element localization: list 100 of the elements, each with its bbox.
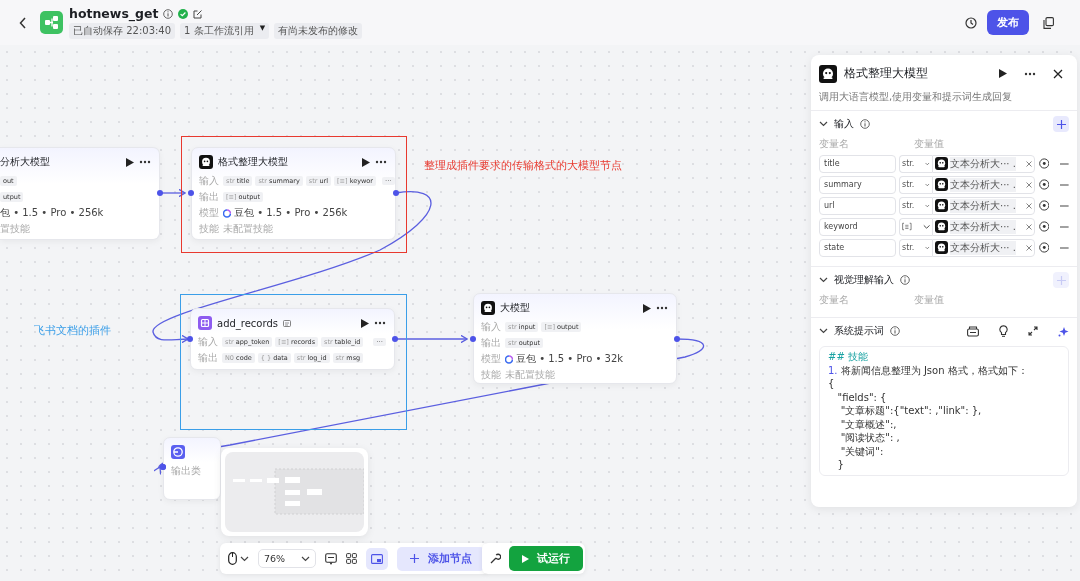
type-select[interactable]	[898, 217, 932, 236]
expand-icon[interactable]	[1028, 326, 1038, 336]
section-title: 输入	[834, 117, 854, 131]
remove-icon[interactable]	[1025, 244, 1032, 251]
more-icon[interactable]	[374, 321, 386, 325]
variable-name-field[interactable]: state	[819, 238, 896, 257]
chevron-down-icon[interactable]	[240, 555, 249, 562]
sparkle-icon[interactable]	[1058, 325, 1069, 337]
port-dot[interactable]	[157, 190, 163, 196]
plus-icon	[410, 554, 420, 563]
prompt-line: {	[828, 377, 836, 391]
status-tag: 有尚未发布的修改	[274, 23, 363, 39]
section-title: 视觉理解输入	[834, 273, 894, 287]
robot-icon	[819, 64, 837, 83]
edit-icon[interactable]	[193, 8, 204, 19]
hint-text: 未配置技能	[505, 368, 555, 382]
play-icon[interactable]	[999, 69, 1007, 78]
grid-icon[interactable]	[346, 553, 358, 564]
node-title: add_records	[217, 317, 278, 329]
type-select[interactable]: str.	[898, 238, 932, 257]
minus-icon[interactable]	[1060, 162, 1069, 165]
minimap-toggle[interactable]	[366, 547, 389, 570]
more-icon[interactable]	[656, 306, 668, 310]
reference-chip[interactable]: 文本分析大··· .	[931, 217, 1035, 236]
minus-icon[interactable]	[1060, 204, 1069, 207]
column-header: 变量值	[914, 137, 944, 151]
chevron-icon[interactable]	[819, 277, 828, 283]
prompt-editor[interactable]: ## 技能 1. 将新闻信息整理为 Json 格式，格式如下： { "fields": { "文章标题":{"text": ,"link": }, "文章概述":, "阅读状态": , "关键词": }	[819, 346, 1069, 476]
prompt-line: "阅读状态": ,	[839, 431, 901, 445]
target-icon[interactable]	[1038, 200, 1050, 211]
lightbulb-icon[interactable]	[999, 325, 1008, 337]
node-title: 大模型	[500, 301, 530, 315]
variable-name-field[interactable]: summary	[819, 175, 896, 194]
table-icon	[198, 316, 212, 330]
chevron-icon[interactable]	[819, 121, 828, 127]
remove-icon[interactable]	[1025, 160, 1032, 167]
chevron-down-icon[interactable]	[301, 555, 311, 562]
wrench-icon[interactable]	[490, 553, 501, 564]
minus-icon[interactable]	[1060, 225, 1069, 228]
array-type-icon	[901, 222, 912, 231]
target-icon[interactable]	[1038, 221, 1050, 232]
play-icon	[522, 554, 529, 563]
play-icon[interactable]	[126, 157, 134, 167]
reference-chip[interactable]: 文本分析大··· .	[931, 196, 1035, 215]
history-icon[interactable]	[965, 16, 977, 29]
hint-text: 输出类	[171, 464, 201, 478]
port-dot[interactable]	[392, 336, 398, 342]
info-icon	[163, 8, 174, 19]
more-icon[interactable]	[1024, 71, 1036, 76]
variable-name-field[interactable]: keyword	[819, 217, 896, 236]
variable-name-field[interactable]: url	[819, 196, 896, 215]
remove-icon[interactable]	[1025, 223, 1032, 230]
more-icon[interactable]	[139, 160, 151, 164]
remove-icon[interactable]	[1025, 202, 1032, 209]
add-button[interactable]	[1053, 116, 1069, 132]
row-label: 技能	[481, 368, 501, 382]
port-dot[interactable]	[393, 190, 399, 196]
remove-icon[interactable]	[1025, 181, 1032, 188]
minus-icon[interactable]	[1060, 183, 1069, 186]
chevron-icon[interactable]	[819, 328, 828, 334]
comment-icon[interactable]	[325, 552, 338, 565]
mouse-icon[interactable]	[228, 552, 237, 565]
zoom-select[interactable]: 76%	[258, 549, 317, 568]
reference-chip[interactable]: 文本分析大··· .	[931, 238, 1035, 257]
play-icon[interactable]	[361, 318, 369, 328]
type-select[interactable]: str.	[898, 175, 932, 194]
reference-chip[interactable]: 文本分析大··· .	[931, 175, 1035, 194]
play-icon[interactable]	[362, 157, 370, 167]
row-label: 技能	[199, 222, 219, 236]
more-icon[interactable]	[375, 160, 387, 164]
reference-chip[interactable]: 文本分析大··· .	[931, 154, 1035, 173]
copy-icon[interactable]	[1043, 16, 1054, 29]
type-select[interactable]: str.	[898, 196, 932, 215]
info-icon	[900, 275, 910, 285]
info-icon	[890, 326, 900, 336]
plus-icon	[1056, 119, 1066, 129]
chevron-down-icon[interactable]	[922, 223, 930, 230]
play-icon[interactable]	[643, 303, 651, 313]
minus-icon[interactable]	[1060, 246, 1069, 249]
publish-button[interactable]: 发布	[987, 10, 1029, 35]
prompt-line: "关键词":	[839, 444, 885, 458]
port-dot[interactable]	[470, 336, 476, 342]
back-icon[interactable]	[19, 16, 27, 29]
column-header: 变量值	[914, 293, 944, 307]
close-icon[interactable]	[1053, 68, 1063, 79]
port-dot[interactable]	[188, 190, 194, 196]
variable-name-field[interactable]: title	[819, 154, 896, 173]
row-label: 模型	[199, 206, 219, 220]
annotation-text: 整理成插件要求的传输格式的大模型节点	[424, 158, 622, 173]
target-icon[interactable]	[1038, 158, 1050, 169]
port-dot[interactable]	[187, 336, 193, 342]
panel-description: 调用大语言模型,使用变量和提示词生成回复	[811, 83, 1077, 111]
row-label: 输出	[198, 351, 218, 365]
target-icon[interactable]	[1038, 179, 1050, 190]
model-name: 豆包 • 1.5 • Pro • 256k	[234, 206, 348, 220]
port-dot[interactable]	[674, 336, 680, 342]
prompt-line: "文章标题":{"text": ,"link": },	[839, 404, 983, 418]
target-icon[interactable]	[1038, 242, 1050, 253]
type-select[interactable]: str.	[898, 154, 932, 173]
template-icon[interactable]	[967, 325, 979, 337]
